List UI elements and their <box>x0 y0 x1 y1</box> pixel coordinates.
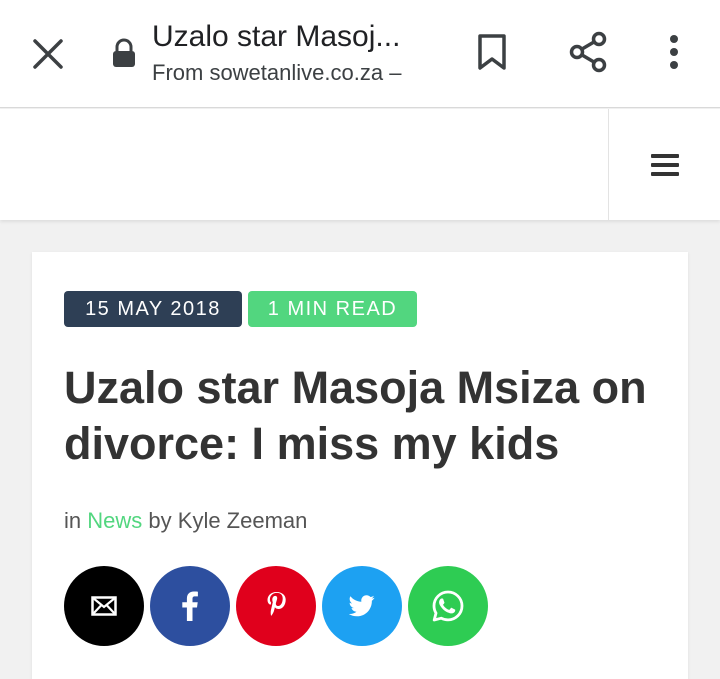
browser-toolbar: Uzalo star Masoj... From sowetanlive.co.… <box>0 0 720 108</box>
site-header <box>0 109 720 220</box>
facebook-icon <box>182 591 198 621</box>
twitter-icon <box>349 595 375 617</box>
bookmark-button[interactable] <box>470 30 514 74</box>
lock-icon <box>113 38 135 67</box>
share-facebook-button[interactable] <box>150 566 230 646</box>
article-headline: Uzalo star Masoja Msiza on divorce: I mi… <box>64 362 647 469</box>
whatsapp-icon <box>432 590 464 622</box>
byline: in News by Kyle Zeeman <box>64 507 307 535</box>
byline-by: by <box>148 508 172 533</box>
pinterest-icon <box>267 592 286 616</box>
more-options-button[interactable] <box>652 30 696 74</box>
close-icon <box>33 39 63 69</box>
category-link[interactable]: News <box>87 508 142 533</box>
share-whatsapp-button[interactable] <box>408 566 488 646</box>
page-title: Uzalo star Masoj... <box>152 20 401 53</box>
share-icon <box>569 31 607 73</box>
byline-prefix: in <box>64 508 82 533</box>
author-name: Kyle Zeeman <box>177 508 308 533</box>
date-badge: 15 MAY 2018 <box>64 291 242 327</box>
menu-button[interactable] <box>609 109 720 220</box>
share-pinterest-button[interactable] <box>236 566 316 646</box>
email-icon <box>91 596 117 616</box>
page-info[interactable]: Uzalo star Masoj... From sowetanlive.co.… <box>152 18 452 88</box>
bookmark-icon <box>478 34 506 70</box>
close-button[interactable] <box>26 32 70 76</box>
hamburger-menu-icon <box>650 153 679 176</box>
article-card: 15 MAY 2018 1 MIN READ Uzalo star Masoja… <box>32 252 688 679</box>
share-twitter-button[interactable] <box>322 566 402 646</box>
page-source: From sowetanlive.co.za – <box>152 60 402 85</box>
more-vert-icon <box>670 35 678 69</box>
share-button[interactable] <box>566 30 610 74</box>
read-time-badge: 1 MIN READ <box>248 291 417 327</box>
share-email-button[interactable] <box>64 566 144 646</box>
